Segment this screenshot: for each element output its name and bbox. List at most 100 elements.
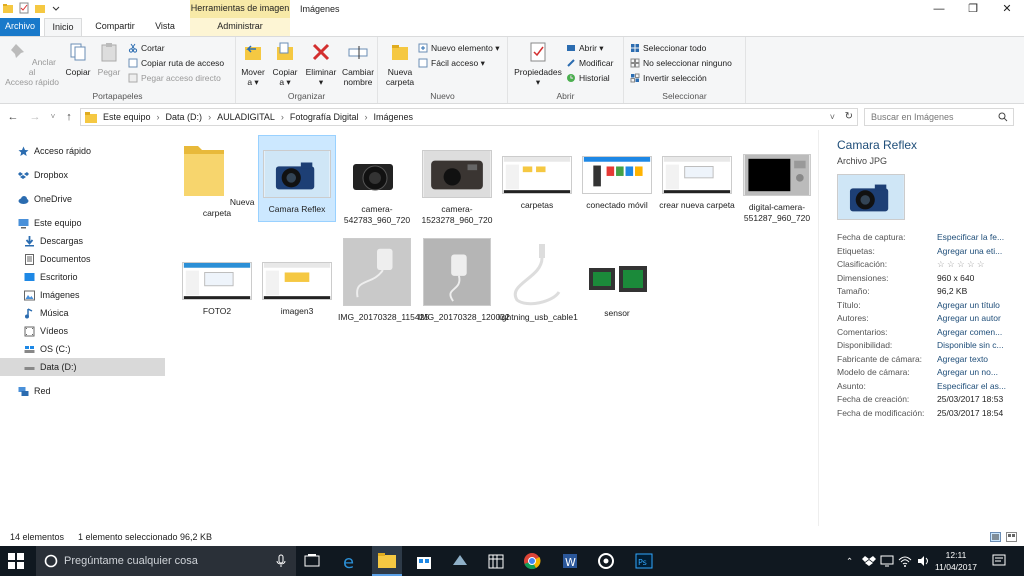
nav-item-onedrive[interactable]: OneDrive [0,190,165,208]
property-value[interactable]: Agregar un título [937,299,1024,311]
cortana-search[interactable]: Pregúntame cualquier cosa [36,546,296,576]
file-item[interactable]: IMG_20170328_120032 [418,234,510,330]
nav-item-pictures[interactable]: Imágenes [0,286,165,304]
file-item[interactable]: carpetas [498,136,576,220]
folder-icon[interactable] [2,2,14,14]
nav-item-music[interactable]: Música [0,304,165,322]
tab-manage[interactable]: Administrar [190,18,290,36]
nav-item-os-c[interactable]: OS (C:) [0,340,165,358]
dropbox-tray-icon[interactable] [862,554,876,568]
history-button[interactable]: Historial [566,72,610,84]
nav-item-network[interactable]: Red [0,382,165,400]
tab-share[interactable]: Compartir [88,18,142,36]
copy-path-button[interactable]: Copiar ruta de acceso [128,57,224,69]
property-value[interactable]: ☆ ☆ ☆ ☆ ☆ [937,258,1024,270]
property-value[interactable]: Especificar la fe... [937,231,1024,243]
nav-item-quick-access[interactable]: Acceso rápido [0,142,165,160]
breadcrumb-separator[interactable]: › [157,109,160,125]
file-item[interactable]: IMG_20170328_115425 [338,234,429,330]
nav-item-desktop[interactable]: Escritorio [0,268,165,286]
pin-quick-access-button[interactable]: Anclar al Acceso rápido [4,41,60,87]
task-view-icon[interactable] [302,551,322,571]
file-item[interactable]: lightning_usb_cable1 [498,234,578,330]
paste-shortcut-button[interactable]: Pegar acceso directo [128,72,221,84]
tab-home[interactable]: Inicio [44,18,82,36]
properties-icon[interactable] [18,2,30,14]
file-item[interactable]: camera-1523278_960_720 [418,136,496,232]
file-item[interactable]: Camara Reflex [258,135,336,222]
breadcrumb-item[interactable]: Imágenes [373,109,413,125]
delete-button[interactable]: Eliminar ▾ [304,41,338,87]
property-value[interactable]: Agregar un no... [937,366,1024,378]
invert-selection-button[interactable]: Invertir selección [630,72,707,84]
store-icon[interactable] [414,551,434,571]
breadcrumb-separator[interactable]: › [281,109,284,125]
media-icon[interactable] [596,551,616,571]
close-button[interactable]: ✕ [990,0,1024,18]
breadcrumb-separator[interactable]: › [208,109,211,125]
file-item[interactable]: FOTO2 [178,234,256,318]
file-item[interactable]: crear nueva carpeta [658,136,736,232]
file-item[interactable]: imagen3 [258,234,336,318]
new-folder-button[interactable]: Nueva carpeta [382,41,418,87]
properties-button[interactable]: Propiedades ▾ [512,41,564,87]
nav-item-dropbox[interactable]: Dropbox [0,166,165,184]
copy-button[interactable]: Copiar [62,41,94,77]
forward-button[interactable]: → [28,109,42,125]
select-none-button[interactable]: No seleccionar ninguno [630,57,732,69]
up-button[interactable]: ↑ [62,109,76,125]
easy-access-button[interactable]: Fácil acceso ▾ [418,57,485,69]
photoshop-icon[interactable]: Ps [634,551,654,571]
new-item-button[interactable]: Nuevo elemento ▾ [418,42,500,54]
tab-file[interactable]: Archivo [0,18,40,36]
open-button[interactable]: Abrir ▾ [566,42,604,54]
property-value[interactable]: Agregar texto [937,353,1024,365]
microphone-icon[interactable] [276,554,286,568]
details-view-icon[interactable] [990,532,1001,542]
taskbar-active-explorer[interactable] [372,546,402,576]
tab-view[interactable]: Vista [148,18,182,36]
nav-item-downloads[interactable]: Descargas [0,232,165,250]
move-to-button[interactable]: Mover a ▾ [238,41,268,87]
file-item[interactable]: sensor [578,234,656,318]
nav-item-documents[interactable]: Documentos [0,250,165,268]
property-value[interactable]: Disponible sin c... [937,339,1024,351]
property-value[interactable]: Agregar comen... [937,326,1024,338]
property-value[interactable]: Agregar un autor [937,312,1024,324]
property-value[interactable]: Agregar una eti... [937,245,1024,257]
clock[interactable]: 12:11 11/04/2017 [934,549,978,573]
breadcrumb-separator[interactable]: › [364,109,367,125]
nav-item-this-pc[interactable]: Este equipo [0,214,165,232]
address-dropdown-icon[interactable]: ˅ [830,109,835,125]
nav-item-videos[interactable]: Vídeos [0,322,165,340]
select-all-button[interactable]: Seleccionar todo [630,42,706,54]
word-icon[interactable]: W [560,551,580,571]
paste-button[interactable]: Pegar [94,41,124,77]
edit-button[interactable]: Modificar [566,57,613,69]
rename-button[interactable]: Cambiar nombre [340,41,376,87]
edge-icon[interactable]: e [340,551,360,571]
wifi-icon[interactable] [898,554,912,568]
show-hidden-icons[interactable]: ⌃ [846,546,853,576]
large-icons-view-icon[interactable] [1006,532,1017,542]
breadcrumb-item[interactable]: AULADIGITAL [217,109,275,125]
search-box[interactable]: Buscar en Imágenes [864,108,1014,126]
address-bar[interactable]: Este equipo › Data (D:) › AULADIGITAL › Fotogr… [80,108,858,126]
windows-start-icon[interactable] [8,553,24,569]
property-value[interactable]: Especificar el as... [937,380,1024,392]
volume-icon[interactable] [916,554,930,568]
chevron-down-icon[interactable] [50,2,62,14]
file-item[interactable]: Nueva carpeta [178,136,256,220]
breadcrumb-item[interactable]: Este equipo [103,109,151,125]
minimize-button[interactable]: — [922,0,956,18]
copy-to-button[interactable]: Copiar a ▾ [270,41,300,87]
refresh-icon[interactable]: ↻ [845,109,853,125]
app-icon[interactable] [450,551,470,571]
breadcrumb-item[interactable]: Fotografía Digital [290,109,359,125]
back-button[interactable]: ← [6,109,20,125]
breadcrumb-item[interactable]: Data (D:) [166,109,203,125]
maximize-button[interactable]: ❐ [956,0,990,18]
new-folder-icon[interactable] [34,2,46,14]
nav-item-data-d[interactable]: Data (D:) [0,358,165,376]
file-item[interactable]: camera-542783_960_720 [338,136,416,232]
